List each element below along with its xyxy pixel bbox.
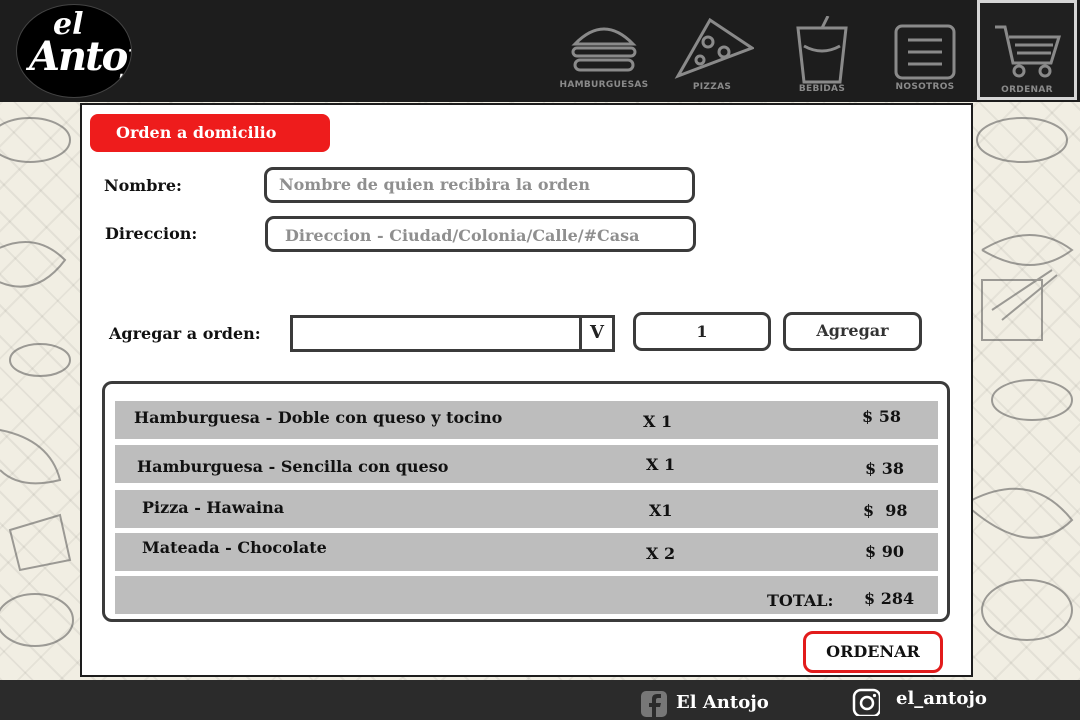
nav-pizzas[interactable]: PIZZAS [666,0,758,100]
nav-label-hamburguesas: HAMBURGUESAS [559,80,649,90]
nav-nosotros[interactable]: NOSOTROS [879,0,971,100]
order-row: Hamburguesa - Doble con queso y tocino X… [115,401,938,439]
item-name: Hamburguesa - Doble con queso y tocino [134,408,503,427]
item-price: $ 98 [863,501,908,520]
facebook-label: El Antojo [676,692,769,713]
facebook-icon [641,691,667,717]
item-name: Hamburguesa - Sencilla con queso [137,457,449,476]
address-label: Direccion: [105,224,198,243]
item-qty: X 2 [646,544,676,563]
footer: El Antojo el_antojo [0,680,1080,720]
food-sketch-right [972,117,1074,641]
instagram-label: el_antojo [896,688,987,709]
item-price: $ 58 [862,407,901,426]
total-value: $ 284 [864,589,915,608]
select-arrow-button[interactable]: V [579,318,612,349]
order-row: Pizza - Hawaina X1 $ 98 [115,490,938,528]
brand-logo[interactable]: el Antojo [16,4,132,98]
burger-icon [571,27,637,72]
nav-label-pizzas: PIZZAS [692,82,732,92]
nav-hamburguesas[interactable]: HAMBURGUESAS [558,0,650,100]
add-to-order-label: Agregar a orden: [109,324,261,343]
pizza-icon [674,17,754,79]
nav-label-ordenar: ORDENAR [1001,85,1053,95]
nav-bebidas[interactable]: BEBIDAS [776,0,868,100]
name-label: Nombre: [104,176,182,195]
product-select[interactable]: V [290,315,615,352]
order-panel: Orden a domicilio Nombre: Nombre de quie… [80,103,973,677]
nav-label-bebidas: BEBIDAS [798,84,846,94]
drink-icon [796,16,848,84]
item-qty: X 1 [643,412,673,431]
cart-icon [995,25,1061,78]
nav-label-nosotros: NOSOTROS [895,82,955,92]
total-label: TOTAL: [767,591,834,610]
order-row: Mateada - Chocolate X 2 $ 90 [115,533,938,571]
order-list: Hamburguesa - Doble con queso y tocino X… [102,381,950,622]
name-input[interactable]: Nombre de quien recibira la orden [264,167,695,203]
food-sketch-left [0,117,74,647]
menu-icon [894,24,956,80]
item-price: $ 38 [865,459,904,478]
order-row: Hamburguesa - Sencilla con queso X 1 $ 3… [115,445,938,483]
item-name: Mateada - Chocolate [142,538,327,557]
address-input[interactable]: Direccion - Ciudad/Colonia/Calle/#Casa [265,216,696,252]
panel-title: Orden a domicilio [90,114,330,152]
add-button[interactable]: Agregar [783,312,922,351]
item-qty: X 1 [646,455,676,474]
order-button[interactable]: ORDENAR [803,631,943,673]
item-name: Pizza - Hawaina [142,498,285,517]
logo-text-main: Antojo [29,33,131,80]
quantity-input[interactable]: 1 [633,312,771,351]
top-navbar: el Antojo HAMBURGUESAS PIZZAS [0,0,1080,102]
nav-ordenar[interactable]: ORDENAR [977,0,1077,100]
instagram-icon [852,688,880,716]
item-price: $ 90 [865,542,904,561]
total-row: TOTAL: $ 284 [115,576,938,614]
item-qty: X1 [649,501,673,520]
